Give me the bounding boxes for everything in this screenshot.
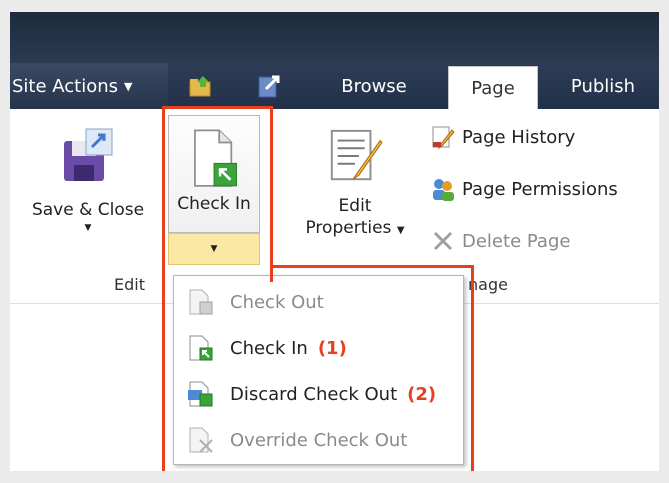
save-close-icon <box>64 128 113 181</box>
folder-up-icon[interactable] <box>188 73 214 99</box>
menu-item-discard-check-out-label: Discard Check Out <box>230 383 398 405</box>
page-permissions-label: Page Permissions <box>462 178 618 200</box>
callout-number-2: (2) <box>407 383 437 405</box>
check-in-dropdown-toggle[interactable]: ▼ <box>168 233 260 265</box>
callout-number-1: (1) <box>317 337 347 359</box>
save-close-label: Save & Close <box>31 200 145 220</box>
edit-properties-label-line2: Properties <box>305 218 392 238</box>
site-actions-label: Site Actions <box>12 75 119 97</box>
annotation-highlight-menu-top <box>273 265 474 268</box>
tab-publish-label: Publish <box>570 75 636 97</box>
page-permissions-icon <box>433 179 454 201</box>
check-in-dropdown-menu: Check Out Check In (1) Discard Check Out… <box>173 275 464 465</box>
override-check-out-icon <box>189 427 213 453</box>
tab-page-label: Page <box>471 77 515 99</box>
check-in-split-button: Check In ▼ <box>168 115 260 277</box>
tab-page[interactable]: Page <box>448 66 538 109</box>
menu-item-check-out[interactable]: Check Out <box>174 280 463 324</box>
tab-publish[interactable]: Publish <box>558 63 648 109</box>
chevron-down-icon: ▼ <box>124 79 133 93</box>
sharepoint-window: Site Actions ▼ Browse Page Publish Save … <box>10 12 659 471</box>
delete-icon <box>433 231 453 251</box>
tab-browse-label: Browse <box>341 75 407 97</box>
tab-browse[interactable]: Browse <box>328 63 420 109</box>
discard-check-out-icon <box>188 381 213 407</box>
group-label-edit: Edit <box>114 275 145 294</box>
check-in-icon <box>189 335 213 361</box>
navigate-up-icon[interactable] <box>256 73 282 99</box>
page-history-label: Page History <box>462 126 576 148</box>
edit-properties-label-line2-wrap: Properties ▼ <box>292 217 418 242</box>
menu-item-override-check-out-label: Override Check Out <box>230 429 408 451</box>
menu-item-discard-check-out[interactable]: Discard Check Out (2) <box>174 372 463 416</box>
menu-item-check-in[interactable]: Check In (1) <box>174 326 463 370</box>
ribbon-tab-strip: Site Actions ▼ Browse Page Publish <box>10 63 659 109</box>
menu-item-override-check-out[interactable]: Override Check Out <box>174 418 463 462</box>
top-bar <box>10 12 659 63</box>
check-out-icon <box>189 289 213 315</box>
chevron-down-icon: ▼ <box>84 223 92 233</box>
page-history-icon <box>432 126 455 150</box>
menu-item-check-out-label: Check Out <box>230 291 324 313</box>
check-in-label: Check In <box>177 194 251 214</box>
check-in-button[interactable]: Check In <box>168 115 260 233</box>
page-history-button[interactable]: Page History <box>430 122 575 152</box>
check-in-icon <box>194 129 237 187</box>
edit-properties-icon <box>330 129 383 181</box>
chevron-down-icon: ▼ <box>396 225 405 236</box>
chevron-down-icon: ▼ <box>210 244 218 254</box>
save-close-button[interactable]: Save & Close ▼ <box>18 127 158 235</box>
delete-page-label: Delete Page <box>462 230 571 252</box>
group-label-manage: nage <box>468 275 508 294</box>
edit-properties-button[interactable]: Edit Properties ▼ <box>292 127 418 242</box>
edit-properties-label-line1: Edit <box>338 196 372 216</box>
delete-page-button[interactable]: Delete Page <box>430 226 570 256</box>
site-actions-menu[interactable]: Site Actions ▼ <box>10 63 168 109</box>
menu-item-check-in-label: Check In <box>230 337 308 359</box>
page-permissions-button[interactable]: Page Permissions <box>430 174 618 204</box>
